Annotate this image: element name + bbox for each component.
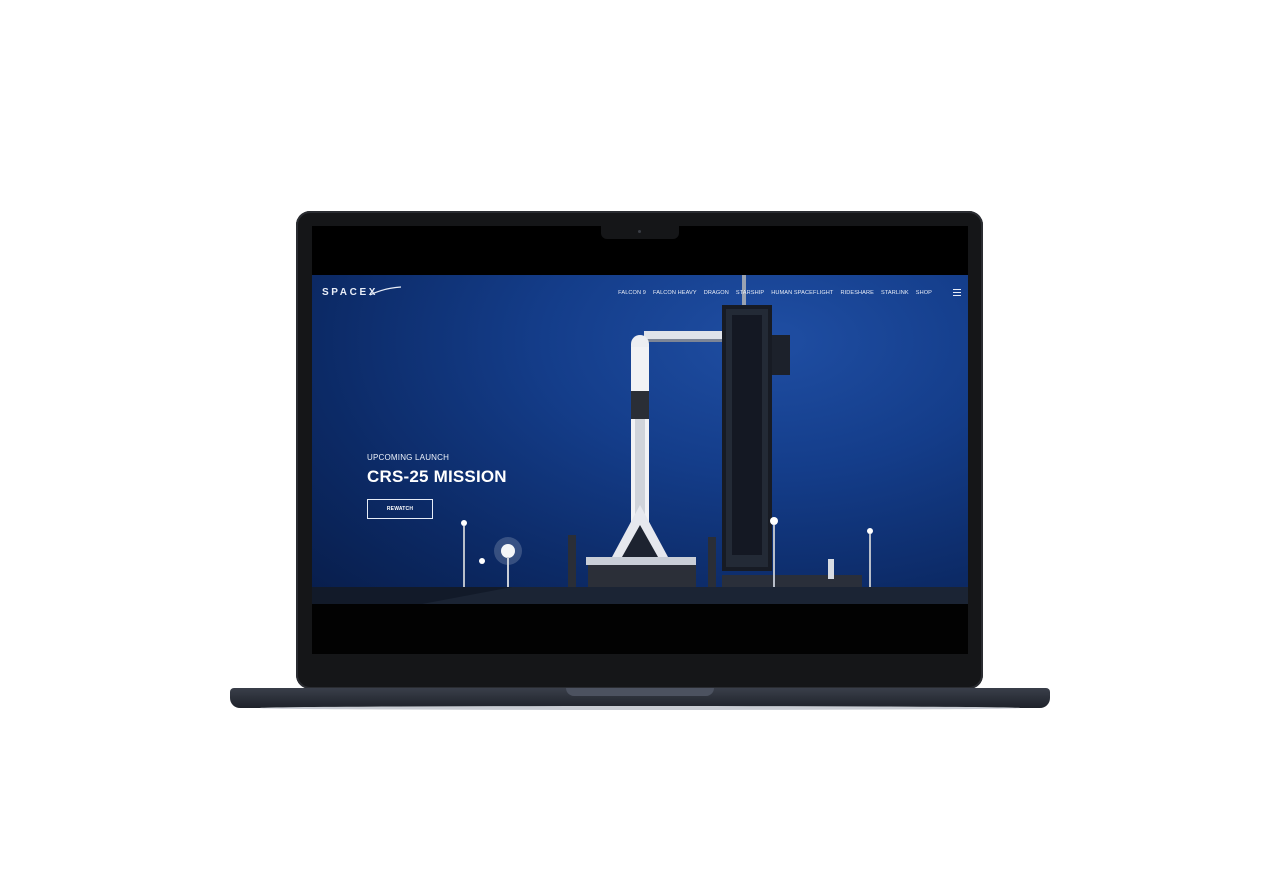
nav-falcon-9[interactable]: FALCON 9: [618, 290, 646, 296]
nav-starlink[interactable]: STARLINK: [881, 290, 909, 296]
site-navbar: SPACEX FALCON 9 FALCON HEAVY DRAGON STAR…: [312, 275, 968, 311]
nav-shop[interactable]: SHOP: [916, 290, 932, 296]
hero-headline: CRS-25 MISSION: [367, 467, 507, 486]
camera-icon: [638, 230, 641, 233]
website-viewport: SPACEX FALCON 9 FALCON HEAVY DRAGON STAR…: [312, 275, 968, 604]
nav-falcon-heavy[interactable]: FALCON HEAVY: [653, 290, 697, 296]
laptop-shadow: [260, 706, 1020, 710]
launch-pad-image: [312, 275, 968, 604]
hamburger-menu-icon[interactable]: [953, 289, 961, 296]
laptop-mockup: SPACEX FALCON 9 FALCON HEAVY DRAGON STAR…: [0, 0, 1280, 896]
nav-human-spaceflight[interactable]: HUMAN SPACEFLIGHT: [771, 290, 833, 296]
nav-dragon[interactable]: DRAGON: [704, 290, 729, 296]
camera-notch: [601, 226, 679, 239]
nav-rideshare[interactable]: RIDESHARE: [840, 290, 874, 296]
hero-kicker: UPCOMING LAUNCH: [367, 453, 450, 462]
logo-swoosh-icon: [369, 286, 402, 296]
nav-links: FALCON 9 FALCON HEAVY DRAGON STARSHIP HU…: [618, 290, 932, 296]
laptop-screen: SPACEX FALCON 9 FALCON HEAVY DRAGON STAR…: [312, 226, 968, 654]
laptop-opening-notch: [566, 688, 714, 696]
hero-section: UPCOMING LAUNCH CRS-25 MISSION REWATCH: [367, 453, 507, 519]
screen-bottom-area: [312, 604, 968, 654]
nav-starship[interactable]: STARSHIP: [736, 290, 764, 296]
rewatch-button[interactable]: REWATCH: [367, 499, 433, 519]
